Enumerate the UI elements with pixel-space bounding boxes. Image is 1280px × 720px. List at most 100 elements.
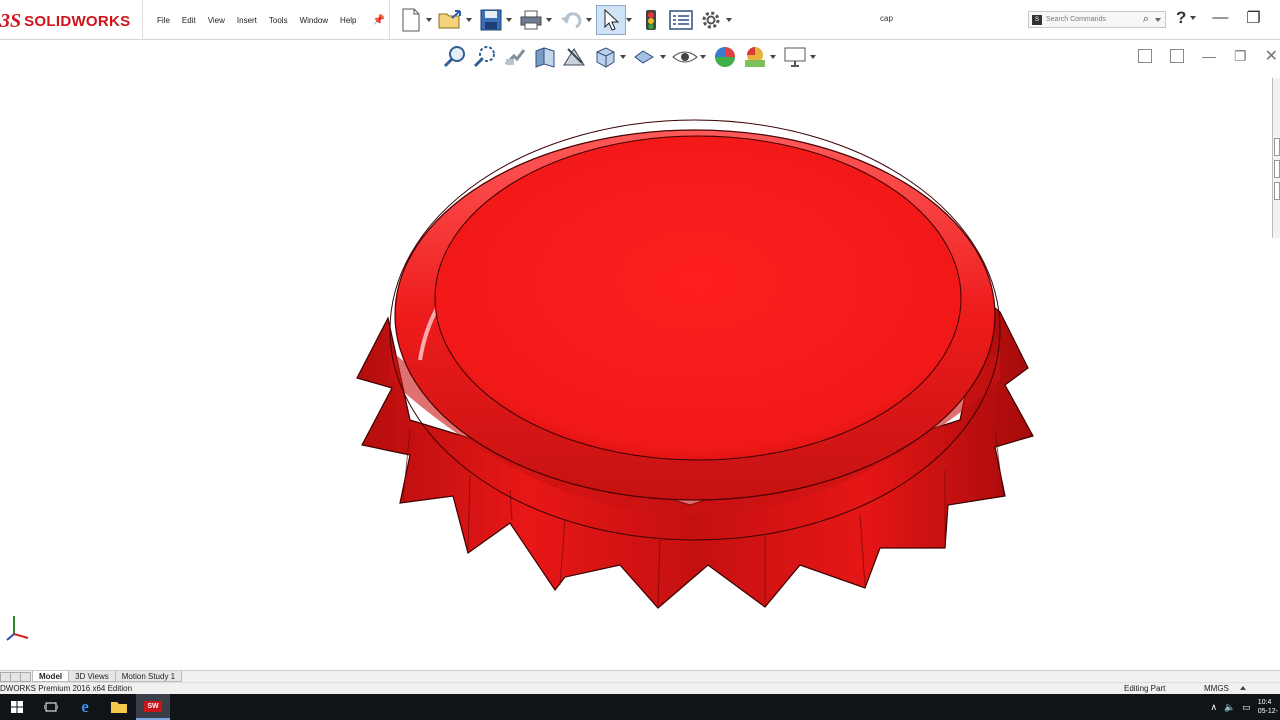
menu-view[interactable]: View xyxy=(208,16,225,25)
task-pane-tab-resources[interactable] xyxy=(1274,138,1280,156)
save-icon xyxy=(480,9,502,31)
expand-panel-icon[interactable] xyxy=(1138,49,1152,63)
view-settings-button[interactable] xyxy=(780,43,810,71)
options-dropdown-caret[interactable] xyxy=(726,18,732,22)
menu-insert[interactable]: Insert xyxy=(237,16,257,25)
model-tabs-bar: Model 3D Views Motion Study 1 xyxy=(0,670,1280,682)
unit-system-caret[interactable] xyxy=(1240,686,1246,690)
apply-scene-icon xyxy=(745,47,765,67)
tray-chevron-icon[interactable]: ∧ xyxy=(1210,702,1217,713)
tab-scroll-arrows[interactable] xyxy=(0,671,31,682)
edge-browser-button[interactable]: e xyxy=(68,694,102,720)
open-dropdown-caret[interactable] xyxy=(466,18,472,22)
select-button[interactable] xyxy=(596,5,626,35)
menu-tools[interactable]: Tools xyxy=(269,16,288,25)
search-commands-field[interactable]: S Search Commands ⌕ xyxy=(1028,11,1166,28)
task-view-button[interactable] xyxy=(34,694,68,720)
restore-icon[interactable]: ❐ xyxy=(1246,8,1260,28)
view-orientation-caret[interactable] xyxy=(620,55,626,59)
graphics-area[interactable]: — ❐ ✕ xyxy=(0,40,1280,670)
print-dropdown-caret[interactable] xyxy=(546,18,552,22)
model-view[interactable] xyxy=(0,40,1280,670)
reference-triad xyxy=(4,612,34,647)
print-button[interactable] xyxy=(516,5,546,35)
minimize-icon[interactable]: — xyxy=(1212,9,1228,27)
edit-appearance-icon xyxy=(715,47,735,67)
zoom-to-area-button[interactable] xyxy=(470,43,500,71)
view-orientation-icon xyxy=(596,47,615,68)
search-input[interactable]: Search Commands xyxy=(1046,16,1106,23)
document-title: cap xyxy=(880,14,893,23)
hide-show-caret[interactable] xyxy=(700,55,706,59)
save-dropdown-caret[interactable] xyxy=(506,18,512,22)
solidworks-taskbar-button[interactable]: SW xyxy=(136,694,170,720)
start-button[interactable] xyxy=(0,694,34,720)
menu-help[interactable]: Help xyxy=(340,16,356,25)
new-dropdown-caret[interactable] xyxy=(426,18,432,22)
menu-file[interactable]: File xyxy=(157,16,170,25)
clock-time: 10:4 xyxy=(1257,699,1272,706)
ds-logo-mark: 3S xyxy=(0,9,22,32)
undo-icon xyxy=(561,12,582,29)
battery-icon[interactable]: ▭ xyxy=(1242,702,1251,713)
new-document-icon xyxy=(402,8,420,32)
file-properties-button[interactable] xyxy=(666,5,696,35)
view-settings-caret[interactable] xyxy=(810,55,816,59)
standard-toolbar xyxy=(396,4,736,36)
help-dropdown-caret[interactable] xyxy=(1190,16,1197,20)
previous-view-button[interactable] xyxy=(500,43,530,71)
doc-close-icon[interactable]: ✕ xyxy=(1265,46,1278,66)
search-prefix-icon: S xyxy=(1032,14,1042,25)
tab-model[interactable]: Model xyxy=(32,671,70,682)
clock[interactable]: 10:4 05-12- xyxy=(1258,698,1278,716)
task-pane-tab-library[interactable] xyxy=(1274,160,1280,178)
menu-window[interactable]: Window xyxy=(300,16,328,25)
folder-icon xyxy=(111,702,127,713)
search-dropdown-caret[interactable] xyxy=(1155,17,1161,22)
title-bar: 3S SOLIDWORKS File Edit View Insert Tool… xyxy=(0,0,1280,40)
select-dropdown-caret[interactable] xyxy=(626,18,632,22)
status-bar: DWORKS Premium 2016 x64 Edition Editing … xyxy=(0,682,1280,694)
doc-restore-icon[interactable]: ❐ xyxy=(1234,48,1247,65)
solidworks-logo[interactable]: 3S SOLIDWORKS xyxy=(0,8,130,34)
rebuild-button[interactable] xyxy=(636,5,666,35)
open-button[interactable] xyxy=(436,5,466,35)
hide-show-icon xyxy=(672,51,698,63)
zoom-to-fit-button[interactable] xyxy=(440,43,470,71)
apply-scene-caret[interactable] xyxy=(770,55,776,59)
search-icon[interactable]: ⌕ xyxy=(1143,13,1149,26)
doc-minimize-icon[interactable]: — xyxy=(1202,48,1216,64)
hide-show-button[interactable] xyxy=(670,43,700,71)
view-orientation-button[interactable] xyxy=(590,43,620,71)
new-document-button[interactable] xyxy=(396,5,426,35)
undo-button[interactable] xyxy=(556,5,586,35)
section-view-button[interactable] xyxy=(530,43,560,71)
file-explorer-button[interactable] xyxy=(102,694,136,720)
display-style-button[interactable] xyxy=(630,43,660,71)
undo-dropdown-caret[interactable] xyxy=(586,18,592,22)
tab-motion-study[interactable]: Motion Study 1 xyxy=(114,671,183,682)
collapse-panel-icon[interactable] xyxy=(1170,49,1184,63)
task-pane-tabs xyxy=(1272,78,1280,238)
edit-appearance-button[interactable] xyxy=(710,43,740,71)
cap-top-face[interactable] xyxy=(434,135,962,461)
menu-edit[interactable]: Edit xyxy=(182,16,196,25)
task-pane-tab-appearances[interactable] xyxy=(1274,182,1280,200)
previous-view-icon xyxy=(504,49,526,66)
volume-icon[interactable]: 🔈 xyxy=(1224,702,1235,713)
save-button[interactable] xyxy=(476,5,506,35)
options-button[interactable] xyxy=(696,5,726,35)
window-controls: ? — ❐ xyxy=(1176,8,1261,28)
dynamic-annotation-icon xyxy=(563,48,585,66)
help-icon[interactable]: ? xyxy=(1176,8,1186,28)
edge-icon: e xyxy=(81,697,89,716)
display-style-caret[interactable] xyxy=(660,55,666,59)
tab-3d-views[interactable]: 3D Views xyxy=(68,671,116,682)
section-view-icon xyxy=(535,47,555,68)
select-icon xyxy=(604,9,619,31)
dynamic-annotation-button[interactable] xyxy=(560,43,590,71)
unit-system-selector[interactable]: MMGS xyxy=(1204,684,1229,693)
edition-label: DWORKS Premium 2016 x64 Edition xyxy=(0,684,133,693)
apply-scene-button[interactable] xyxy=(740,43,770,71)
pin-menu-icon[interactable]: 📌 xyxy=(373,15,385,26)
